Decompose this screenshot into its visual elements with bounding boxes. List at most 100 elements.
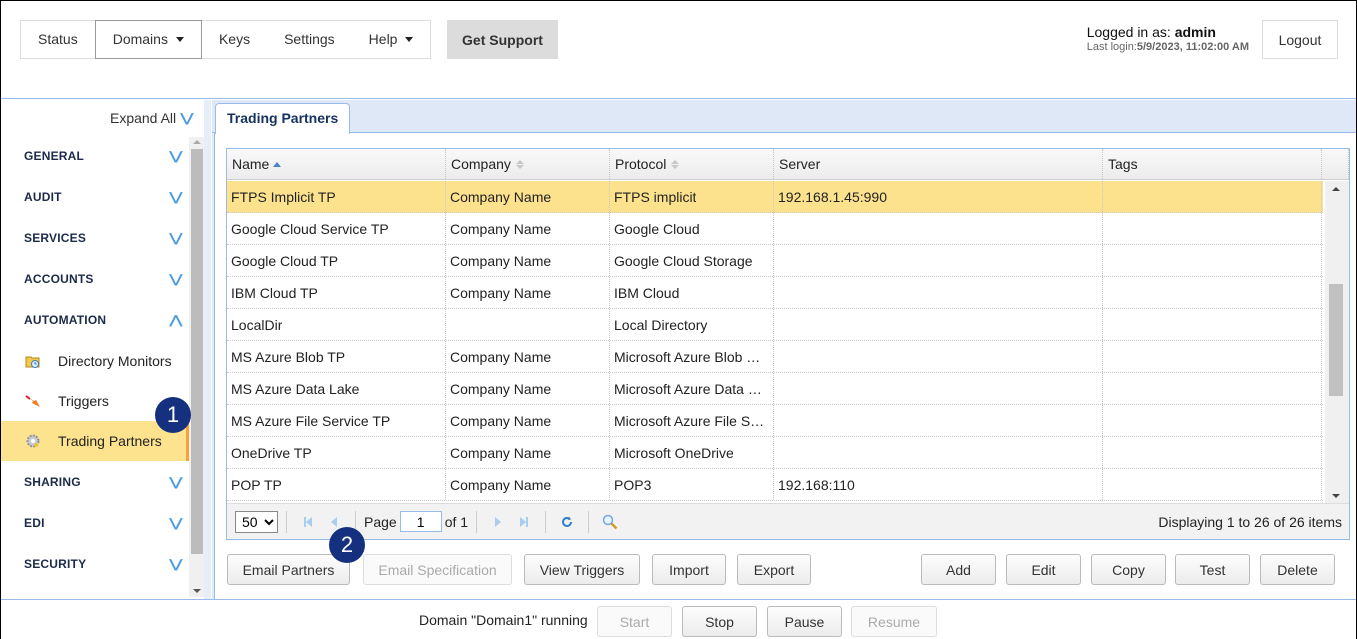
column-header-protocol[interactable]: Protocol [610,149,774,179]
cell-tags [1103,437,1322,468]
cell-text: 192.168.1.45:990 [778,188,887,205]
scroll-down-arrow-icon[interactable] [1332,494,1340,498]
sidebar-splitter[interactable] [204,100,211,599]
cell-text: Company Name [450,348,552,365]
sidebar-section-accounts[interactable]: ACCOUNTS ⋁ [1,259,189,299]
cell-tags [1103,405,1322,436]
cell-text: Google Cloud TP [231,252,339,269]
table-row[interactable]: MS Azure Blob TP Company Name Microsoft Az… [227,341,1323,373]
sidebar-item-directory-monitors[interactable]: Directory Monitors [1,341,189,381]
nav-help[interactable]: Help [352,21,431,58]
add-button[interactable]: Add [921,554,996,585]
table-row[interactable]: FTPS Implicit TP Company Name FTPS implici… [227,181,1323,213]
section-label: AUTOMATION [24,313,107,327]
cell-server [774,405,1103,436]
sidebar-section-security[interactable]: SECURITY ⋁ [1,544,189,584]
resume-button[interactable]: Resume [851,606,937,637]
last-login-time: 11:02:00 AM [1185,41,1249,53]
cell-server: 192.168.1.45:990 [774,181,1103,212]
export-button[interactable]: Export [737,554,811,585]
cell-server [774,213,1103,244]
sidebar-scrollbar[interactable] [189,137,204,597]
page-label: Page [364,513,397,530]
sidebar-section-services[interactable]: SERVICES ⋁ [1,218,189,258]
trigger-arrow-icon [25,393,41,409]
scroll-up-arrow-icon[interactable] [193,140,201,144]
scroll-down-arrow-icon[interactable] [193,589,201,593]
scrollbar-thumb[interactable] [191,149,203,554]
cell-protocol: POP3 [610,469,774,500]
table-row[interactable]: MS Azure Data Lake Company Name Microsoft … [227,373,1323,405]
sidebar-section-sharing[interactable]: SHARING ⋁ [1,462,189,502]
first-page-button[interactable] [298,512,318,532]
table-row[interactable]: MS Azure File Service TP Company Name Micr… [227,405,1323,437]
cell-name: IBM Cloud TP [227,277,446,308]
cell-tags [1103,341,1322,372]
sidebar-section-general[interactable]: GENERAL ⋁ [1,136,189,176]
page-number-input[interactable] [399,511,442,532]
logged-in-as: Logged in as: admin [1087,24,1249,40]
page-size-select[interactable]: 50 [235,510,278,533]
email-partners-button[interactable]: Email Partners [227,554,350,585]
table-row[interactable]: Google Cloud TP Company Name Google Cloud … [227,245,1323,277]
scroll-up-arrow-icon[interactable] [1332,187,1340,191]
copy-button[interactable]: Copy [1091,554,1166,585]
column-header-name[interactable]: Name [227,149,446,179]
test-button[interactable]: Test [1175,554,1250,585]
delete-button[interactable]: Delete [1260,554,1335,585]
cell-protocol: Google Cloud [610,213,774,244]
search-button[interactable] [600,512,620,532]
last-page-button[interactable] [514,512,534,532]
view-triggers-button[interactable]: View Triggers [524,554,640,585]
sidebar-section-edi[interactable]: EDI ⋁ [1,503,189,543]
grid-scrollbar[interactable] [1325,181,1349,503]
column-label: Tags [1108,156,1138,172]
pause-button[interactable]: Pause [767,606,842,637]
table-row[interactable]: LocalDir Local Directory [227,309,1323,341]
column-header-server[interactable]: Server [774,149,1103,179]
pager-toolbar: 50 Page of 1 Displaying 1 to 26 of 26 it… [227,503,1349,539]
column-header-company[interactable]: Company [446,149,610,179]
email-specification-button[interactable]: Email Specification [363,554,512,585]
table-row[interactable]: POP TP Company Name POP3 192.168:110 [227,469,1323,501]
folder-clock-icon [25,353,41,369]
cell-text: LocalDir [231,316,283,333]
start-button[interactable]: Start [597,606,672,637]
cell-server [774,245,1103,276]
refresh-icon [562,516,573,527]
nav-domains-label: Domains [112,31,168,47]
header: Status Domains Keys Settings Help Get Su… [1,1,1356,99]
table-row[interactable]: IBM Cloud TP Company Name IBM Cloud [227,277,1323,309]
cell-server [774,309,1103,340]
column-header-tags[interactable]: Tags [1103,149,1322,179]
stop-button[interactable]: Stop [682,606,757,637]
username: admin [1174,24,1216,40]
nav-status[interactable]: Status [21,21,95,58]
logout-button[interactable]: Logout [1262,20,1338,59]
refresh-button[interactable] [557,512,577,532]
cell-name: MS Azure Data Lake [227,373,446,404]
import-button[interactable]: Import [652,554,726,585]
cell-text: MS Azure File Service TP [231,412,391,429]
tab-trading-partners[interactable]: Trading Partners [215,103,351,134]
nav-domains[interactable]: Domains [94,20,202,59]
cell-company: Company Name [446,245,610,276]
gear-icon [25,433,41,449]
sidebar-section-automation[interactable]: AUTOMATION ⋀ [1,300,189,340]
column-label: Company [451,156,511,172]
table-row[interactable]: OneDrive TP Company Name Microsoft OneDriv… [227,437,1323,469]
separator [286,510,287,533]
cell-name: Google Cloud Service TP [227,213,446,244]
edit-button[interactable]: Edit [1006,554,1081,585]
scrollbar-thumb[interactable] [1329,284,1343,396]
expand-all-button[interactable]: Expand All ⋁ [110,110,193,126]
item-label: Triggers [58,393,109,409]
nav-settings[interactable]: Settings [267,21,352,58]
nav-keys[interactable]: Keys [202,21,267,58]
cell-tags [1103,181,1322,212]
next-page-button[interactable] [488,512,508,532]
sidebar-section-audit[interactable]: AUDIT ⋁ [1,177,189,217]
table-row[interactable]: Google Cloud Service TP Company Name Googl… [227,213,1323,245]
get-support-button[interactable]: Get Support [447,20,558,59]
cell-text: Microsoft Azure File Service [614,412,767,429]
